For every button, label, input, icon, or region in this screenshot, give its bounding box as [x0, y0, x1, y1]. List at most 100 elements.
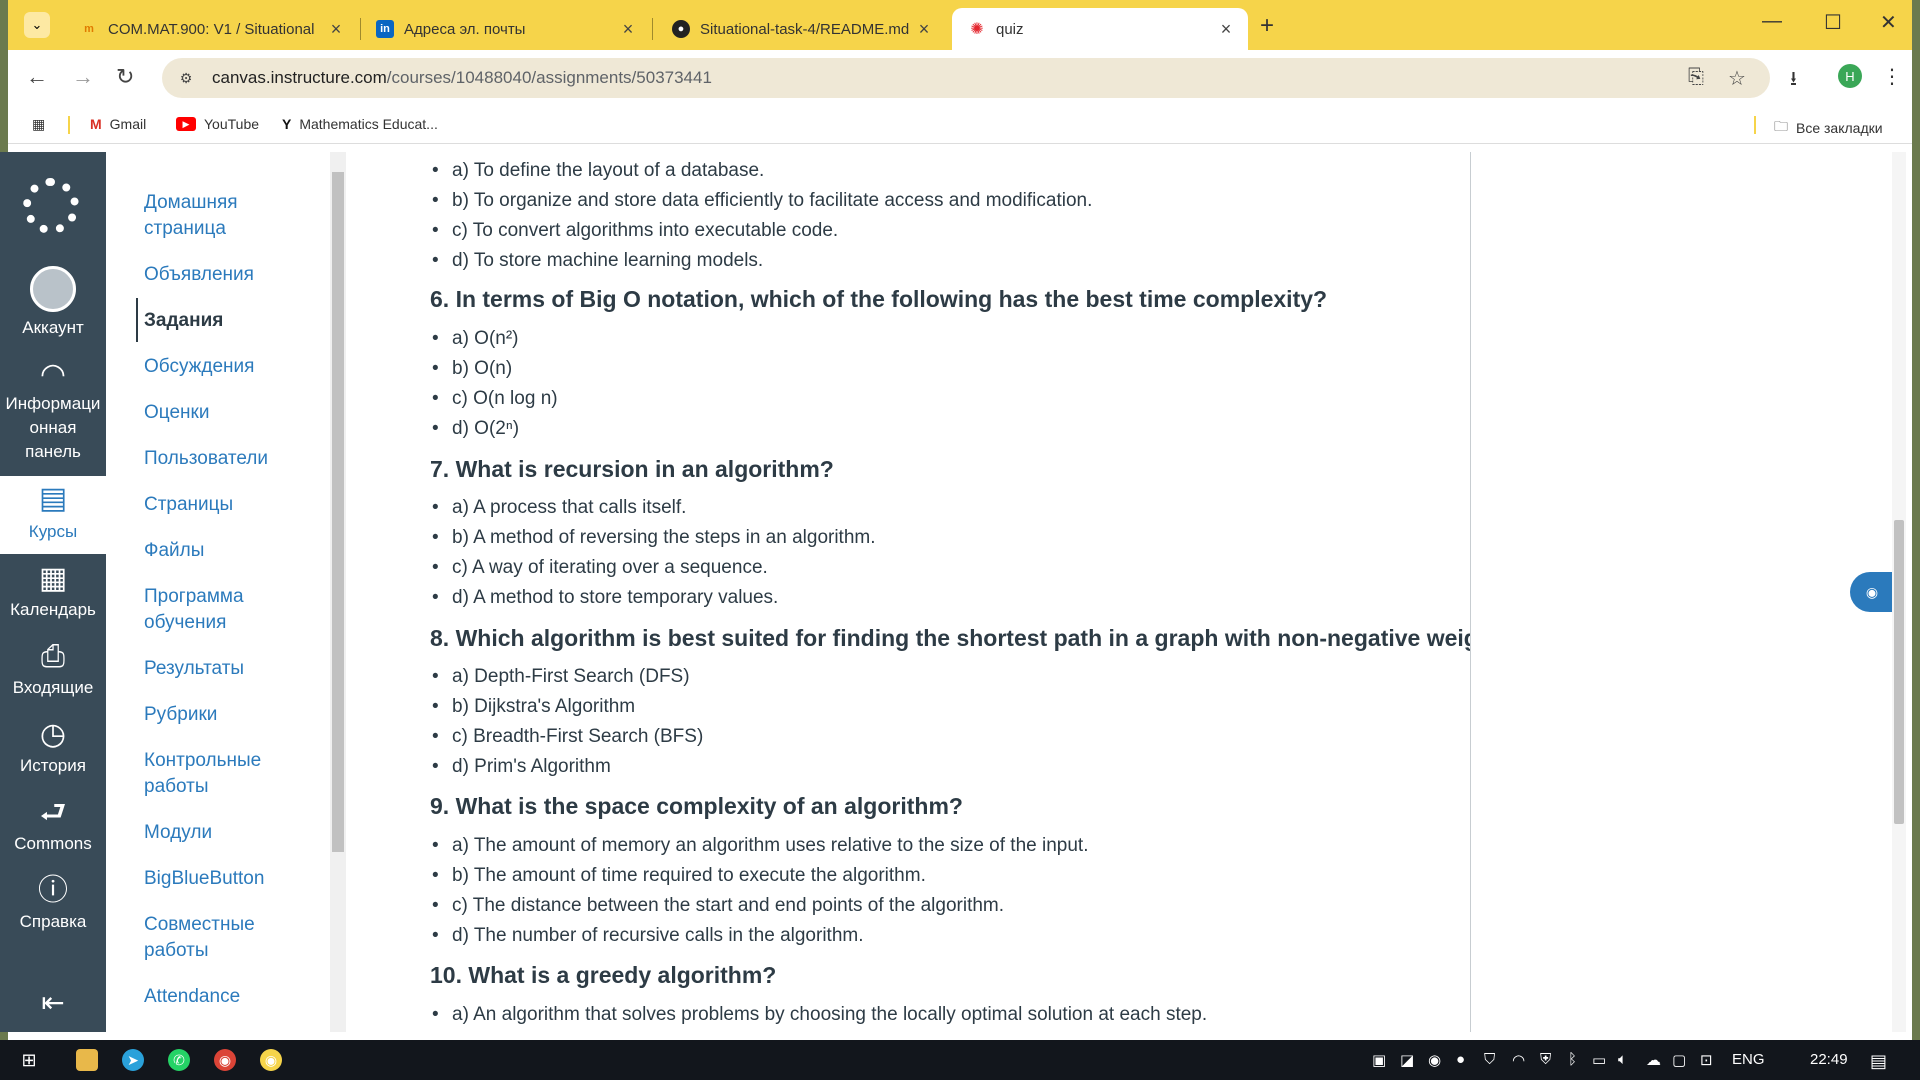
gnav-label: Календарь	[10, 600, 96, 619]
bluetooth-icon[interactable]: ᛒ	[1568, 1051, 1577, 1068]
tray-security-icon[interactable]: ⛉	[1484, 1051, 1495, 1068]
tray-app-icon[interactable]: ◪	[1400, 1051, 1414, 1069]
forward-arrow-icon[interactable]: →	[72, 64, 94, 90]
course-nav-modules[interactable]: Модули	[144, 820, 324, 846]
inbox-icon: ⎙	[41, 640, 65, 673]
chrome-profile-icon[interactable]: ◉	[260, 1049, 282, 1071]
option-item: b) To organize and store data efficientl…	[432, 190, 1092, 212]
gnav-history[interactable]: ◷ История	[0, 718, 106, 782]
course-nav-syllabus[interactable]: Программа обучения	[144, 584, 324, 636]
course-nav-discussions[interactable]: Обсуждения	[144, 354, 324, 380]
bookmark-youtube[interactable]: ▶ YouTube	[176, 116, 259, 132]
download-icon[interactable]: ⭳	[1790, 64, 1797, 98]
option-item: c) To convert algorithms into executable…	[432, 220, 838, 242]
main-scroll-thumb[interactable]	[1894, 520, 1904, 824]
course-nav-files[interactable]: Файлы	[144, 538, 324, 564]
bookmark-gmail[interactable]: M Gmail	[90, 116, 146, 132]
course-nav-assignments[interactable]: Задания	[144, 308, 324, 334]
question-heading: 9. What is the space complexity of an al…	[430, 793, 963, 819]
wifi-icon[interactable]: ◠	[1512, 1051, 1525, 1069]
gnav-dashboard[interactable]: ◠ Информаци онная панель	[0, 358, 106, 462]
course-nav-attendance[interactable]: Attendance	[144, 984, 324, 1010]
install-app-icon[interactable]: ⎘	[1688, 66, 1704, 89]
gnav-help[interactable]: ⓘ Справка	[0, 874, 106, 938]
commons-icon: ⮐	[39, 796, 67, 829]
close-icon[interactable]: ×	[1216, 19, 1236, 40]
tab-linkedin[interactable]: in Адреса эл. почты ×	[360, 8, 650, 50]
option-item: c) The distance between the start and en…	[432, 895, 1004, 917]
gnav-inbox[interactable]: ⎙ Входящие	[0, 640, 106, 704]
maximize-icon[interactable]: ☐	[1824, 10, 1842, 35]
volume-icon[interactable]: 🔈︎	[1618, 1051, 1627, 1068]
minimize-icon[interactable]: —	[1762, 10, 1782, 33]
bookmark-label: Все закладки	[1796, 120, 1883, 136]
gnav-commons[interactable]: ⮐ Commons	[0, 796, 106, 860]
feedback-chat-icon[interactable]: ◉	[1850, 572, 1894, 612]
canvas-logo-icon[interactable]	[23, 178, 79, 234]
course-nav-scroll-thumb[interactable]	[332, 172, 344, 852]
course-nav-grades[interactable]: Оценки	[144, 400, 324, 426]
battery-icon[interactable]: ▭	[1592, 1051, 1606, 1069]
new-tab-plus-icon[interactable]: +	[1260, 12, 1274, 40]
tray-app-icon[interactable]: ▣	[1372, 1051, 1386, 1069]
windows-start-icon[interactable]: ⊞	[18, 1049, 40, 1071]
gnav-courses[interactable]: ▤ Курсы	[0, 476, 106, 554]
course-nav-bigbluebutton[interactable]: BigBlueButton	[144, 866, 324, 892]
folder-icon: 🗀	[1774, 118, 1788, 134]
gnav-calendar[interactable]: ▦ Календарь	[0, 562, 106, 626]
tray-app-icon[interactable]: ●	[1456, 1051, 1465, 1068]
close-icon[interactable]: ×	[914, 19, 934, 40]
file-explorer-icon[interactable]	[76, 1049, 98, 1071]
profile-avatar[interactable]: H	[1838, 64, 1862, 88]
window-close-icon[interactable]: ✕	[1880, 10, 1897, 35]
course-nav-outcomes[interactable]: Результаты	[144, 656, 324, 682]
tab-quiz[interactable]: ✺ quiz ×	[952, 8, 1248, 50]
course-nav-collaborations[interactable]: Совместные работы	[144, 912, 324, 964]
tab-search-chevron-icon[interactable]: ⌄	[24, 12, 50, 38]
browser-toolbar: ← → ↻ ⚙ canvas.instructure.com/courses/1…	[8, 50, 1912, 106]
chrome-icon[interactable]: ◉	[214, 1049, 236, 1071]
telegram-icon[interactable]: ➤	[122, 1049, 144, 1071]
gnav-account[interactable]: Аккаунт	[0, 266, 106, 346]
gnav-label: Аккаунт	[22, 318, 84, 337]
tab-strip: ⌄ m COM.MAT.900: V1 / Situational × in А…	[8, 0, 1912, 50]
close-icon[interactable]: ×	[618, 19, 638, 40]
notifications-icon[interactable]: ▤	[1870, 1051, 1887, 1072]
global-navigation: Аккаунт ◠ Информаци онная панель ▤ Курсы…	[0, 152, 106, 1032]
network-icon[interactable]: ⊡	[1700, 1051, 1713, 1069]
clock[interactable]: 22:49	[1810, 1051, 1848, 1068]
tab-title: quiz	[996, 20, 1024, 38]
back-arrow-icon[interactable]: ←	[26, 64, 48, 90]
course-nav-quizzes[interactable]: Контрольные работы	[144, 748, 324, 800]
address-bar[interactable]: ⚙ canvas.instructure.com/courses/1048804…	[162, 58, 1770, 98]
collapse-nav-icon[interactable]: ⇤	[0, 986, 106, 1022]
tab-title: Situational-task-4/README.md	[700, 20, 910, 38]
menu-kebab-icon[interactable]: ⋮	[1882, 64, 1902, 89]
cloud-icon[interactable]: ☁	[1646, 1051, 1661, 1069]
url-text[interactable]: canvas.instructure.com/courses/10488040/…	[212, 68, 712, 88]
course-nav-rubrics[interactable]: Рубрики	[144, 702, 324, 728]
course-nav-people[interactable]: Пользователи	[144, 446, 324, 472]
course-nav-home[interactable]: Домашняя страница	[144, 190, 324, 242]
close-icon[interactable]: ×	[326, 19, 346, 40]
course-nav-announcements[interactable]: Объявления	[144, 262, 324, 288]
help-icon: ⓘ	[38, 874, 68, 907]
bookmark-mathematics[interactable]: Y Mathematics Educat...	[282, 116, 438, 132]
calendar-icon: ▦	[38, 562, 68, 595]
display-icon[interactable]: ▢	[1672, 1051, 1686, 1069]
whatsapp-icon[interactable]: ✆	[168, 1049, 190, 1071]
site-info-icon[interactable]: ⚙	[172, 64, 200, 92]
gnav-label: История	[20, 756, 86, 775]
apps-grid-icon[interactable]: ▦	[32, 116, 45, 133]
tab-moodle[interactable]: m COM.MAT.900: V1 / Situational ×	[64, 8, 358, 50]
all-bookmarks[interactable]: 🗀 Все закладки	[1774, 116, 1883, 140]
input-language[interactable]: ENG	[1732, 1051, 1765, 1068]
tab-github[interactable]: ● Situational-task-4/README.md ×	[656, 8, 946, 50]
defender-icon[interactable]: ⛨	[1540, 1051, 1551, 1068]
canvas-icon: ✺	[970, 21, 984, 38]
bookmark-star-icon[interactable]: ☆	[1728, 66, 1746, 91]
tray-app-icon[interactable]: ◉	[1428, 1051, 1441, 1069]
reload-icon[interactable]: ↻	[116, 64, 134, 90]
tab-title: Адреса эл. почты	[404, 20, 526, 38]
course-nav-pages[interactable]: Страницы	[144, 492, 324, 518]
